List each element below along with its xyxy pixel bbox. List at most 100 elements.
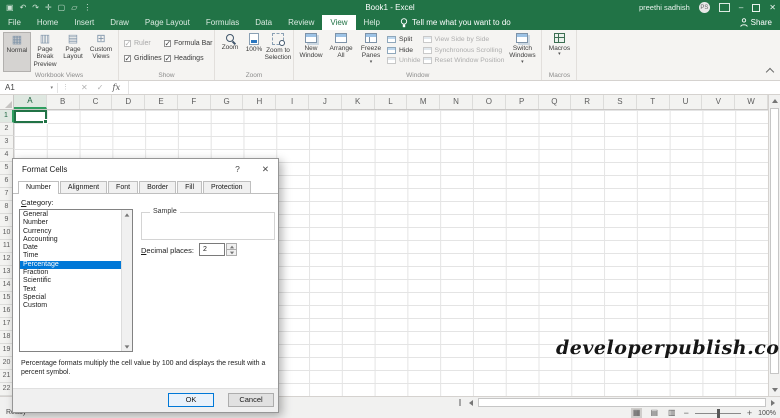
collapse-ribbon-icon[interactable] [765,67,775,77]
close-button[interactable]: ✕ [769,0,776,15]
status-page-layout-view-icon[interactable]: ▤ [648,408,660,418]
column-header-d[interactable]: D [112,95,146,109]
name-box[interactable]: A1 ▾ [0,81,57,94]
ribbon-button-page-break-preview[interactable]: ▥ Page Break Preview [31,32,59,72]
column-header-v[interactable]: V [702,95,736,109]
dialog-close-icon[interactable]: ✕ [262,164,269,175]
dialog-tab-border[interactable]: Border [139,181,177,193]
category-item-date[interactable]: Date [20,244,122,252]
ribbon-button-arrange-all[interactable]: Arrange All [327,32,355,72]
dialog-help-icon[interactable]: ? [235,164,240,174]
column-header-u[interactable]: U [670,95,703,109]
category-item-percentage[interactable]: Percentage [20,260,122,270]
dialog-tab-number[interactable]: Number [18,181,59,194]
listbox-scroll-down-icon[interactable] [122,342,131,351]
restore-button[interactable] [752,3,761,12]
select-all-corner[interactable] [0,95,14,109]
zoom-slider[interactable] [694,408,741,418]
row-header-3[interactable]: 3 [0,136,14,149]
column-header-f[interactable]: F [178,95,211,109]
ribbon-button-switch-windows[interactable]: Switch Windows ▾ [506,32,538,72]
checkbox-box-formula-bar[interactable] [164,39,171,48]
ribbon-button-freeze-panes[interactable]: Freeze Panes ▾ [357,32,385,72]
listbox-scrollbar[interactable] [121,210,132,351]
avatar[interactable]: PS [698,2,710,13]
ribbon-tab-formulas[interactable]: Formulas [198,15,247,30]
ok-button[interactable]: OK [168,393,214,407]
column-header-m[interactable]: M [407,95,441,109]
column-header-n[interactable]: N [440,95,473,109]
tab-scrollbar-splitter[interactable] [459,399,461,406]
decimal-places-input[interactable]: 2 [199,243,225,256]
category-item-fraction[interactable]: Fraction [20,269,122,277]
ribbon-tab-page-layout[interactable]: Page Layout [137,15,198,30]
zoom-level[interactable]: 100% [758,410,776,417]
ribbon-tab-help[interactable]: Help [356,15,388,30]
dialog-tab-alignment[interactable]: Alignment [59,181,108,193]
share-button[interactable]: Share [739,15,772,30]
cancel-entry-icon[interactable]: ✕ [81,83,88,92]
ribbon-tab-data[interactable]: Data [247,15,280,30]
column-header-p[interactable]: P [506,95,539,109]
ribbon-button-zoom[interactable]: Zoom [218,32,242,72]
listbox-scroll-up-icon[interactable] [122,210,131,219]
column-header-t[interactable]: T [637,95,670,109]
column-header-q[interactable]: Q [539,95,572,109]
tell-me-box[interactable]: Tell me what you want to do [388,15,511,30]
ribbon-button-page-layout[interactable]: ▤ Page Layout [59,32,87,72]
zoom-in-button[interactable]: + [747,408,752,418]
dialog-tab-protection[interactable]: Protection [203,181,251,193]
row-header-1[interactable]: 1 [0,110,14,123]
column-header-l[interactable]: L [375,95,408,109]
category-listbox[interactable]: General Number Currency Accounting Date Time P… [19,209,133,352]
column-header-a[interactable]: A [14,95,47,109]
column-header-b[interactable]: B [47,95,80,109]
ribbon-button-macros[interactable]: Macros ▾ [545,32,573,72]
formula-bar-resize-handle[interactable]: ⋮ [57,82,73,93]
checkbox-box-gridlines[interactable] [124,54,131,63]
ribbon-tab-home[interactable]: Home [29,15,66,30]
category-item-accounting[interactable]: Accounting [20,236,122,244]
row-header-2[interactable]: 2 [0,123,14,136]
column-header-j[interactable]: J [309,95,342,109]
insert-function-icon[interactable]: fx [112,83,120,93]
ribbon-button-custom-views[interactable]: ⊞ Custom Views [87,32,115,72]
ribbon-button-split[interactable]: Split [387,36,421,43]
dialog-tab-fill[interactable]: Fill [177,181,203,193]
column-header-i[interactable]: I [276,95,310,109]
spinner-up-icon[interactable] [226,243,237,250]
column-header-h[interactable]: H [243,95,277,109]
column-header-c[interactable]: C [80,95,113,109]
checkbox-formula-bar[interactable]: Formula Bar [164,39,213,48]
formula-input[interactable] [129,81,780,94]
column-header-r[interactable]: R [571,95,605,109]
zoom-slider-thumb[interactable] [716,408,720,418]
category-item-text[interactable]: Text [20,286,122,294]
selected-cell-a1[interactable] [14,110,48,124]
category-item-general[interactable]: General [20,211,122,219]
checkbox-headings[interactable]: Headings [164,54,212,63]
ribbon-tab-review[interactable]: Review [280,15,322,30]
ribbon-tab-file[interactable]: File [0,15,29,30]
category-item-number[interactable]: Number [20,219,122,227]
scroll-right-icon[interactable] [767,397,779,408]
vertical-scroll-thumb[interactable] [770,108,779,374]
spinner-down-icon[interactable] [226,250,237,256]
minimize-button[interactable]: – [739,0,743,15]
horizontal-scroll-thumb[interactable] [478,398,766,407]
checkbox-box-headings[interactable] [164,54,171,63]
ribbon-tab-draw[interactable]: Draw [102,15,137,30]
category-item-special[interactable]: Special [20,294,122,302]
scroll-up-icon[interactable] [769,95,780,107]
ribbon-tab-view[interactable]: View [322,15,356,30]
column-header-g[interactable]: G [211,95,244,109]
category-item-custom[interactable]: Custom [20,302,122,310]
column-header-o[interactable]: O [473,95,506,109]
ribbon-button-100-[interactable]: 100% [242,32,266,72]
scroll-left-icon[interactable] [465,397,477,408]
category-item-time[interactable]: Time [20,252,122,260]
cancel-button[interactable]: Cancel [228,393,274,407]
ribbon-button-hide[interactable]: Hide [387,46,421,54]
status-page-break-view-icon[interactable]: ▥ [666,408,678,418]
category-item-currency[interactable]: Currency [20,228,122,236]
